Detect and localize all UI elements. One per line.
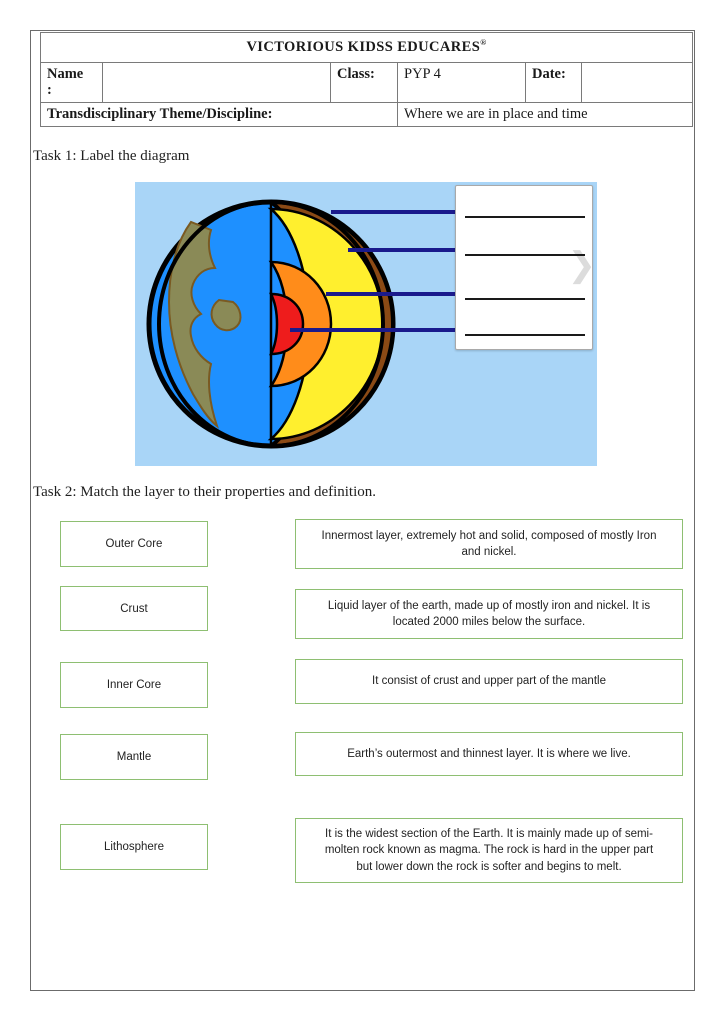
definition-box-1[interactable]: Innermost layer, extremely hot and solid… — [295, 519, 683, 569]
layer-box-mantle[interactable]: Mantle — [60, 734, 208, 780]
definition-line: It consist of crust and upper part of th… — [372, 675, 606, 688]
date-input-cell[interactable] — [580, 61, 694, 103]
definition-line: It is the widest section of the Earth. I… — [325, 828, 653, 840]
worksheet-page: VICTORIOUS KIDSS EDUCARES® Name : Class:… — [0, 0, 725, 1024]
answer-line-3[interactable] — [465, 298, 585, 300]
layer-box-outer-core[interactable]: Outer Core — [60, 521, 208, 567]
header-name-row: Name : Class: PYP 4 Date: — [40, 61, 694, 103]
definition-text: Liquid layer of the earth, made up of mo… — [328, 598, 650, 631]
school-title-cell: VICTORIOUS KIDSS EDUCARES® — [39, 32, 694, 63]
task2-heading: Task 2: Match the layer to their propert… — [33, 484, 377, 500]
definition-line: molten rock known as magma. The rock is … — [324, 844, 654, 857]
layer-box-crust[interactable]: Crust — [60, 586, 208, 631]
definition-box-4[interactable]: Earth’s outermost and thinnest layer. It… — [295, 732, 683, 776]
definition-text: Earth’s outermost and thinnest layer. It… — [347, 746, 631, 762]
layer-box-lithosphere[interactable]: Lithosphere — [60, 824, 208, 870]
header-title-row: VICTORIOUS KIDSS EDUCARES® — [39, 32, 694, 63]
answer-line-4[interactable] — [465, 334, 585, 336]
theme-label: Transdisciplinary Theme/Discipline: — [40, 101, 398, 127]
date-label: Date: — [525, 61, 582, 103]
layer-label: Inner Core — [106, 679, 162, 691]
definition-line: Liquid layer of the earth, made up of mo… — [327, 599, 651, 612]
name-label: Name : — [40, 61, 103, 103]
class-value-cell[interactable]: PYP 4 — [397, 61, 526, 103]
task1-heading: Task 1: Label the diagram — [33, 148, 190, 164]
definition-line: Innermost layer, extremely hot and solid… — [321, 529, 657, 542]
header-table: VICTORIOUS KIDSS EDUCARES® Name : Class:… — [39, 32, 694, 127]
answer-line-2[interactable] — [465, 254, 585, 256]
answer-line-1[interactable] — [465, 216, 585, 218]
answer-label-card[interactable]: ❯ — [455, 185, 593, 350]
definition-box-2[interactable]: Liquid layer of the earth, made up of mo… — [295, 589, 683, 639]
layer-label: Outer Core — [105, 538, 163, 550]
name-input-cell[interactable] — [102, 61, 331, 103]
theme-value-cell[interactable]: Where we are in place and time — [396, 101, 694, 127]
class-label: Class: — [330, 61, 398, 103]
layer-label: Lithosphere — [103, 841, 165, 853]
definition-box-3[interactable]: It consist of crust and upper part of th… — [295, 659, 683, 704]
definition-line: but lower down the rock is softer and be… — [356, 860, 622, 873]
definition-line: located 2000 miles below the surface. — [392, 616, 586, 628]
header-theme-row: Transdisciplinary Theme/Discipline: Wher… — [40, 101, 694, 127]
trademark-symbol: ® — [480, 38, 487, 47]
layer-label: Crust — [120, 602, 148, 615]
definition-text: Innermost layer, extremely hot and solid… — [322, 528, 657, 561]
definition-line: and nickel. — [461, 546, 517, 558]
layer-box-inner-core[interactable]: Inner Core — [60, 662, 208, 708]
school-title: VICTORIOUS KIDSS EDUCARES — [246, 38, 481, 55]
definition-line: Earth’s outermost and thinnest layer. It… — [347, 747, 631, 760]
definition-text: It consist of crust and upper part of th… — [372, 673, 606, 689]
definition-text: It is the widest section of the Earth. I… — [325, 826, 653, 875]
layer-label: Mantle — [116, 751, 152, 763]
definition-box-5[interactable]: It is the widest section of the Earth. I… — [295, 818, 683, 883]
earth-diagram-area: ❯ — [135, 182, 597, 466]
